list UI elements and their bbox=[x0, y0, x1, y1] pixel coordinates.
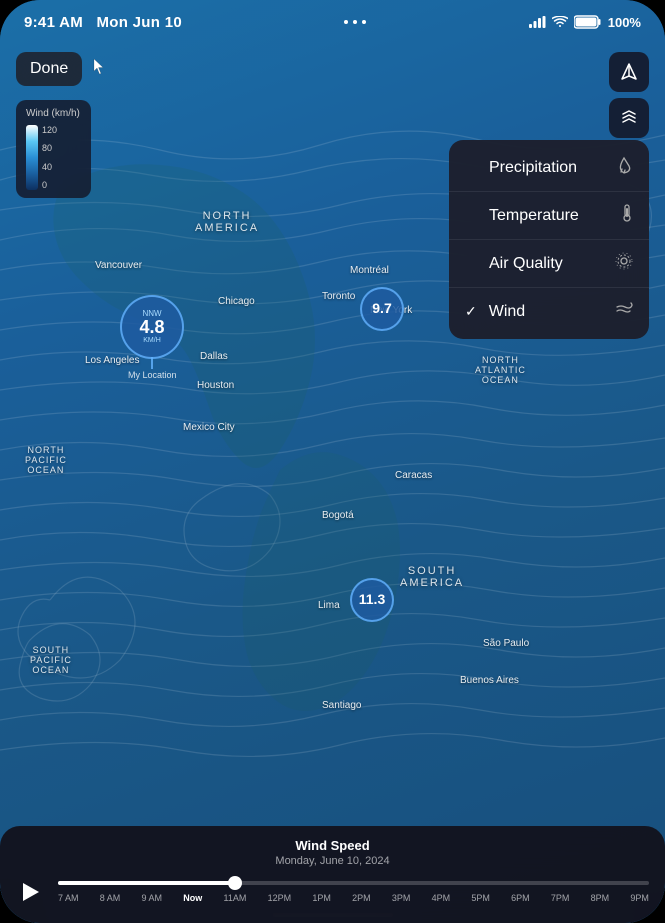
cursor-icon bbox=[90, 57, 110, 82]
dropdown-item-temperature-left: Temperature bbox=[465, 207, 579, 225]
time-5pm: 5PM bbox=[471, 893, 490, 903]
temperature-icon bbox=[621, 204, 633, 227]
time-4pm: 4PM bbox=[432, 893, 451, 903]
player-subtitle: Monday, June 10, 2024 bbox=[16, 855, 649, 867]
timeline-labels: 7 AM 8 AM 9 AM Now 11AM 12PM 1PM 2PM 3PM… bbox=[58, 893, 649, 903]
time-7pm: 7PM bbox=[551, 893, 570, 903]
device-frame: NORTHAMERICA SOUTHAMERICA NorthAtlanticO… bbox=[0, 0, 665, 923]
time-3pm: 3PM bbox=[392, 893, 411, 903]
time-9am: 9 AM bbox=[142, 893, 163, 903]
wind-label: Wind bbox=[489, 303, 525, 321]
status-bar: 9:41 AM Mon Jun 10 bbox=[0, 0, 665, 44]
play-triangle-icon bbox=[23, 883, 39, 901]
precipitation-icon bbox=[615, 156, 633, 179]
play-button[interactable] bbox=[16, 877, 46, 907]
layers-icon bbox=[620, 109, 638, 127]
wind-scale: 120 80 40 0 bbox=[26, 125, 81, 190]
dropdown-item-air-quality-left: Air Quality bbox=[465, 255, 563, 273]
map-background: NORTHAMERICA SOUTHAMERICA NorthAtlanticO… bbox=[0, 0, 665, 923]
status-right: 100% bbox=[529, 15, 641, 30]
wind-legend: Wind (km/h) 120 80 40 0 bbox=[16, 100, 91, 198]
time-now: Now bbox=[183, 893, 202, 903]
wind-icon bbox=[615, 300, 633, 323]
dot2 bbox=[353, 20, 357, 24]
location-button[interactable] bbox=[609, 52, 649, 92]
air-quality-icon bbox=[615, 252, 633, 275]
dot3 bbox=[362, 20, 366, 24]
time-12pm: 12PM bbox=[268, 893, 292, 903]
wind-checkmark: ✓ bbox=[465, 303, 477, 320]
precipitation-label: Precipitation bbox=[489, 159, 577, 177]
bottom-player: Wind Speed Monday, June 10, 2024 7 AM 8 … bbox=[0, 826, 665, 923]
layer-dropdown: Precipitation Temperature bbox=[449, 140, 649, 339]
time-11am: 11AM bbox=[223, 893, 246, 903]
time-6pm: 6PM bbox=[511, 893, 530, 903]
scale-0: 0 bbox=[42, 180, 57, 190]
my-location-text: My Location bbox=[128, 370, 177, 380]
done-button[interactable]: Done bbox=[16, 52, 82, 86]
time-8pm: 8PM bbox=[591, 893, 610, 903]
location-arrow-icon bbox=[620, 63, 638, 81]
status-time: 9:41 AM Mon Jun 10 bbox=[24, 14, 182, 31]
dropdown-item-precipitation-left: Precipitation bbox=[465, 159, 577, 177]
dropdown-item-air-quality[interactable]: Air Quality bbox=[449, 240, 649, 288]
battery-icon bbox=[574, 15, 602, 29]
time-9pm: 9PM bbox=[630, 893, 649, 903]
wind-legend-title: Wind (km/h) bbox=[26, 108, 81, 119]
scale-40: 40 bbox=[42, 162, 57, 172]
timeline-container: 7 AM 8 AM 9 AM Now 11AM 12PM 1PM 2PM 3PM… bbox=[58, 881, 649, 903]
top-left-controls: Done bbox=[16, 52, 110, 86]
scale-80: 80 bbox=[42, 143, 57, 153]
player-title: Wind Speed bbox=[16, 838, 649, 853]
top-right-controls bbox=[609, 52, 649, 138]
timeline-track[interactable] bbox=[58, 881, 649, 885]
scale-120: 120 bbox=[42, 125, 57, 135]
dot1 bbox=[344, 20, 348, 24]
time-7am: 7 AM bbox=[58, 893, 79, 903]
status-center bbox=[344, 20, 366, 24]
air-quality-label: Air Quality bbox=[489, 255, 563, 273]
battery-text: 100% bbox=[608, 15, 641, 30]
wind-bar bbox=[26, 125, 38, 190]
dropdown-item-precipitation[interactable]: Precipitation bbox=[449, 144, 649, 192]
signal-icon bbox=[529, 16, 546, 28]
time-8am: 8 AM bbox=[100, 893, 121, 903]
timeline-progress bbox=[58, 881, 235, 885]
dropdown-item-temperature[interactable]: Temperature bbox=[449, 192, 649, 240]
time-1pm: 1PM bbox=[312, 893, 331, 903]
wind-lines-svg bbox=[0, 0, 665, 923]
dropdown-item-wind-left: ✓ Wind bbox=[465, 303, 525, 321]
temperature-label: Temperature bbox=[489, 207, 579, 225]
timeline-thumb[interactable] bbox=[228, 876, 242, 890]
time-2pm: 2PM bbox=[352, 893, 371, 903]
dropdown-item-wind[interactable]: ✓ Wind bbox=[449, 288, 649, 335]
wind-scale-labels: 120 80 40 0 bbox=[42, 125, 57, 190]
wifi-icon bbox=[552, 16, 568, 28]
player-controls: 7 AM 8 AM 9 AM Now 11AM 12PM 1PM 2PM 3PM… bbox=[16, 877, 649, 907]
layers-button[interactable] bbox=[609, 98, 649, 138]
